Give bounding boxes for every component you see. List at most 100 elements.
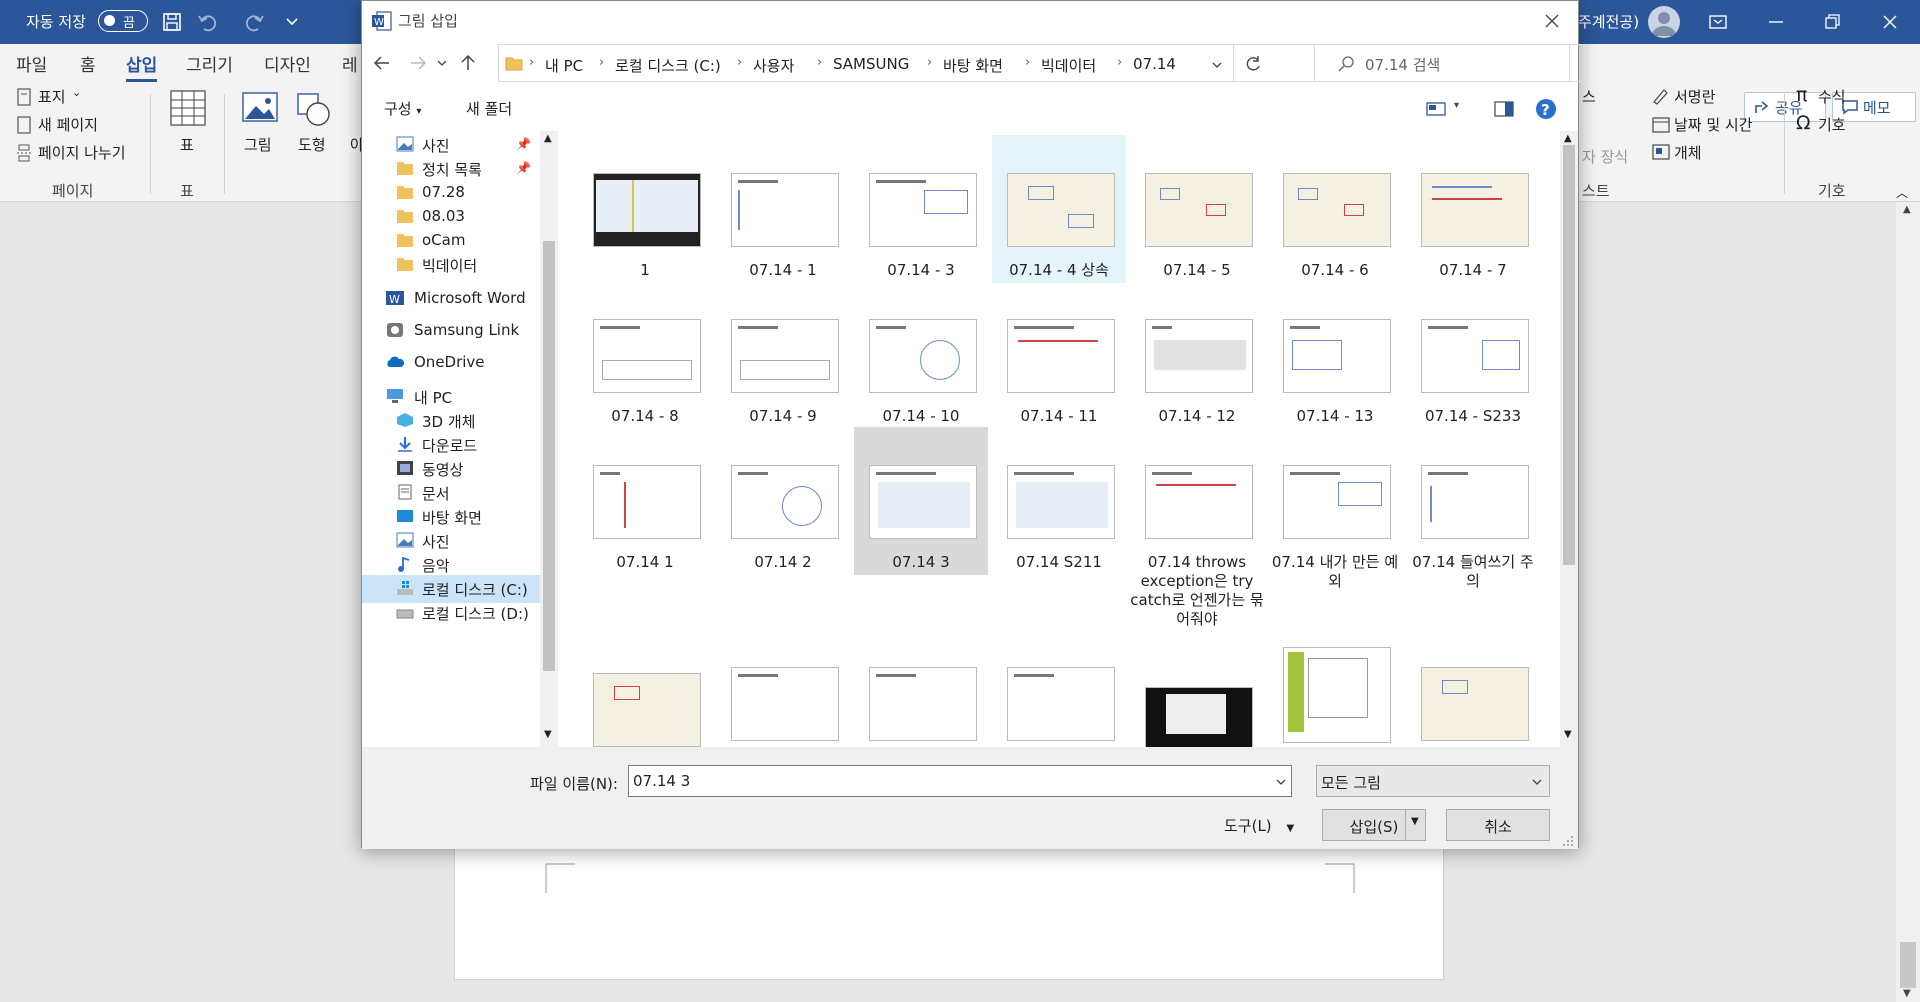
shapes-button[interactable]: 도형 — [294, 90, 334, 170]
cancel-button[interactable]: 취소 — [1446, 809, 1550, 841]
file-item[interactable]: 07.14 들여쓰기 주의 — [1406, 427, 1540, 590]
file-item[interactable]: 07.14 - S233 — [1406, 281, 1540, 429]
ribbon-display-icon[interactable] — [1704, 8, 1732, 36]
breadcrumb-item[interactable]: 로컬 디스크 (C:) — [615, 55, 721, 76]
recent-locations-icon[interactable] — [436, 57, 448, 69]
filename-input[interactable]: 07.14 3 — [628, 765, 1292, 797]
undo-icon[interactable] — [194, 8, 222, 36]
breadcrumb-item[interactable]: 07.14 — [1133, 55, 1176, 73]
file-item[interactable] — [1130, 631, 1264, 747]
resize-grip-icon[interactable] — [1562, 835, 1574, 847]
nav-item-samsung-link[interactable]: Samsung Link — [362, 317, 542, 345]
insert-button[interactable]: 삽입(S) ▼ — [1322, 809, 1426, 841]
file-item[interactable]: 07.14 S211 — [992, 427, 1126, 575]
minimize-icon[interactable] — [1762, 8, 1790, 36]
preview-pane-icon[interactable] — [1494, 101, 1514, 117]
scroll-thumb[interactable] — [1563, 145, 1575, 565]
address-dropdown-icon[interactable] — [1211, 59, 1223, 71]
file-item[interactable]: 07.14 - 8 — [578, 281, 712, 429]
file-item[interactable]: 07.14 2 — [716, 427, 850, 575]
file-item[interactable]: 07.14 내가 만든 예외 — [1268, 427, 1402, 590]
breadcrumb-item[interactable]: 빅데이터 — [1041, 55, 1096, 76]
file-item[interactable] — [854, 631, 988, 747]
search-box[interactable]: 07.14 검색 — [1314, 44, 1570, 82]
file-item[interactable]: 1 — [578, 135, 712, 283]
pin-icon[interactable]: 📌 — [516, 137, 531, 151]
close-dialog-icon[interactable] — [1542, 11, 1562, 31]
file-item[interactable] — [578, 631, 712, 747]
new-folder-button[interactable]: 새 폴더 — [466, 98, 512, 119]
file-item[interactable]: 07.14 - 5 — [1130, 135, 1264, 283]
file-item[interactable]: 07.14 - 13 — [1268, 281, 1402, 429]
pin-icon[interactable]: 📌 — [516, 161, 531, 175]
refresh-icon[interactable] — [1243, 54, 1263, 74]
table-button[interactable]: 표 — [168, 90, 208, 170]
document-scrollbar[interactable]: ▲ ▼ — [1896, 202, 1920, 1002]
forward-arrow-icon[interactable] — [408, 53, 428, 73]
breadcrumb-separator: › — [737, 55, 743, 70]
file-item[interactable]: 07.14 - 6 — [1268, 135, 1402, 283]
nav-item-drive-d[interactable]: 로컬 디스크 (D:) — [362, 599, 542, 627]
file-item[interactable] — [1406, 631, 1540, 747]
file-thumbnail — [1283, 173, 1391, 247]
file-item[interactable]: 07.14 throws exception은 try catch로 언젠가는 … — [1130, 427, 1264, 628]
nav-item-folder[interactable]: 빅데이터 — [362, 251, 542, 279]
help-icon[interactable]: ? — [1534, 97, 1558, 121]
file-item[interactable]: 07.14 - 4 상속 — [992, 135, 1126, 283]
customize-quick-access-icon[interactable] — [278, 8, 306, 36]
organize-button[interactable]: 구성 ▾ — [384, 98, 421, 119]
scroll-thumb[interactable] — [1900, 942, 1916, 988]
tab-layout[interactable]: 레 — [342, 51, 358, 76]
tab-home[interactable]: 홈 — [80, 51, 96, 76]
nav-item-onedrive[interactable]: OneDrive — [362, 349, 542, 377]
collapse-ribbon-icon[interactable]: ︿ — [1896, 184, 1908, 201]
tools-menu[interactable]: 도구(L) ▼ — [1224, 815, 1294, 836]
breadcrumb-item[interactable]: 바탕 화면 — [943, 55, 1003, 76]
breadcrumb-item[interactable]: 사용자 — [753, 55, 794, 76]
file-list-scrollbar[interactable]: ▲ ▼ — [1560, 131, 1578, 747]
file-item[interactable] — [1268, 631, 1402, 747]
breadcrumb-item[interactable]: SAMSUNG — [833, 55, 909, 73]
view-dropdown-icon[interactable]: ▾ — [1454, 100, 1459, 111]
tab-draw[interactable]: 그리기 — [186, 51, 233, 76]
close-word-icon[interactable] — [1876, 8, 1904, 36]
file-item[interactable]: 07.14 1 — [578, 427, 712, 575]
share-button[interactable]: 공유 — [1744, 92, 1826, 122]
breadcrumb-item[interactable]: 내 PC — [545, 55, 583, 76]
up-arrow-icon[interactable] — [458, 53, 478, 73]
breadcrumb-separator: › — [529, 55, 535, 70]
file-item[interactable]: 07.14 - 11 — [992, 281, 1126, 429]
insert-dropdown-icon[interactable]: ▼ — [1411, 816, 1419, 827]
file-item[interactable]: 07.14 - 1 — [716, 135, 850, 283]
restore-icon[interactable] — [1818, 8, 1846, 36]
back-arrow-icon[interactable] — [372, 53, 392, 73]
file-item[interactable]: 07.14 - 10 — [854, 281, 988, 429]
tab-insert[interactable]: 삽입 — [126, 51, 158, 82]
chevron-down-icon[interactable] — [1275, 776, 1287, 788]
file-item[interactable]: 07.14 - 3 — [854, 135, 988, 283]
file-type-select[interactable]: 모든 그림 — [1316, 765, 1550, 797]
nav-item-word[interactable]: W Microsoft Word — [362, 285, 542, 313]
file-item[interactable] — [716, 631, 850, 747]
file-item[interactable]: 07.14 - 12 — [1130, 281, 1264, 429]
group-divider — [1784, 94, 1785, 194]
save-icon[interactable] — [158, 8, 186, 36]
file-item[interactable]: 07.14 - 9 — [716, 281, 850, 429]
view-options-icon[interactable] — [1426, 101, 1446, 117]
tab-design[interactable]: 디자인 — [264, 51, 311, 76]
picture-button[interactable]: 그림 — [240, 90, 280, 170]
samsung-link-icon — [387, 323, 403, 337]
document-page[interactable] — [454, 830, 1444, 980]
file-item-selected[interactable]: 07.14 3 — [854, 427, 988, 575]
autosave-toggle[interactable]: 끔 — [98, 10, 148, 32]
search-placeholder: 07.14 검색 — [1365, 56, 1441, 74]
scroll-thumb[interactable] — [543, 241, 555, 671]
redo-icon[interactable] — [240, 8, 268, 36]
navigation-scrollbar[interactable]: ▲ ▼ — [540, 131, 558, 747]
file-name: 07.14 - 13 — [1296, 407, 1374, 425]
file-item[interactable]: 07.14 - 7 — [1406, 135, 1540, 283]
file-item[interactable] — [992, 631, 1126, 747]
tab-file[interactable]: 파일 — [16, 51, 47, 76]
cover-page-label: 표지 — [38, 88, 66, 106]
user-avatar[interactable] — [1648, 6, 1680, 38]
